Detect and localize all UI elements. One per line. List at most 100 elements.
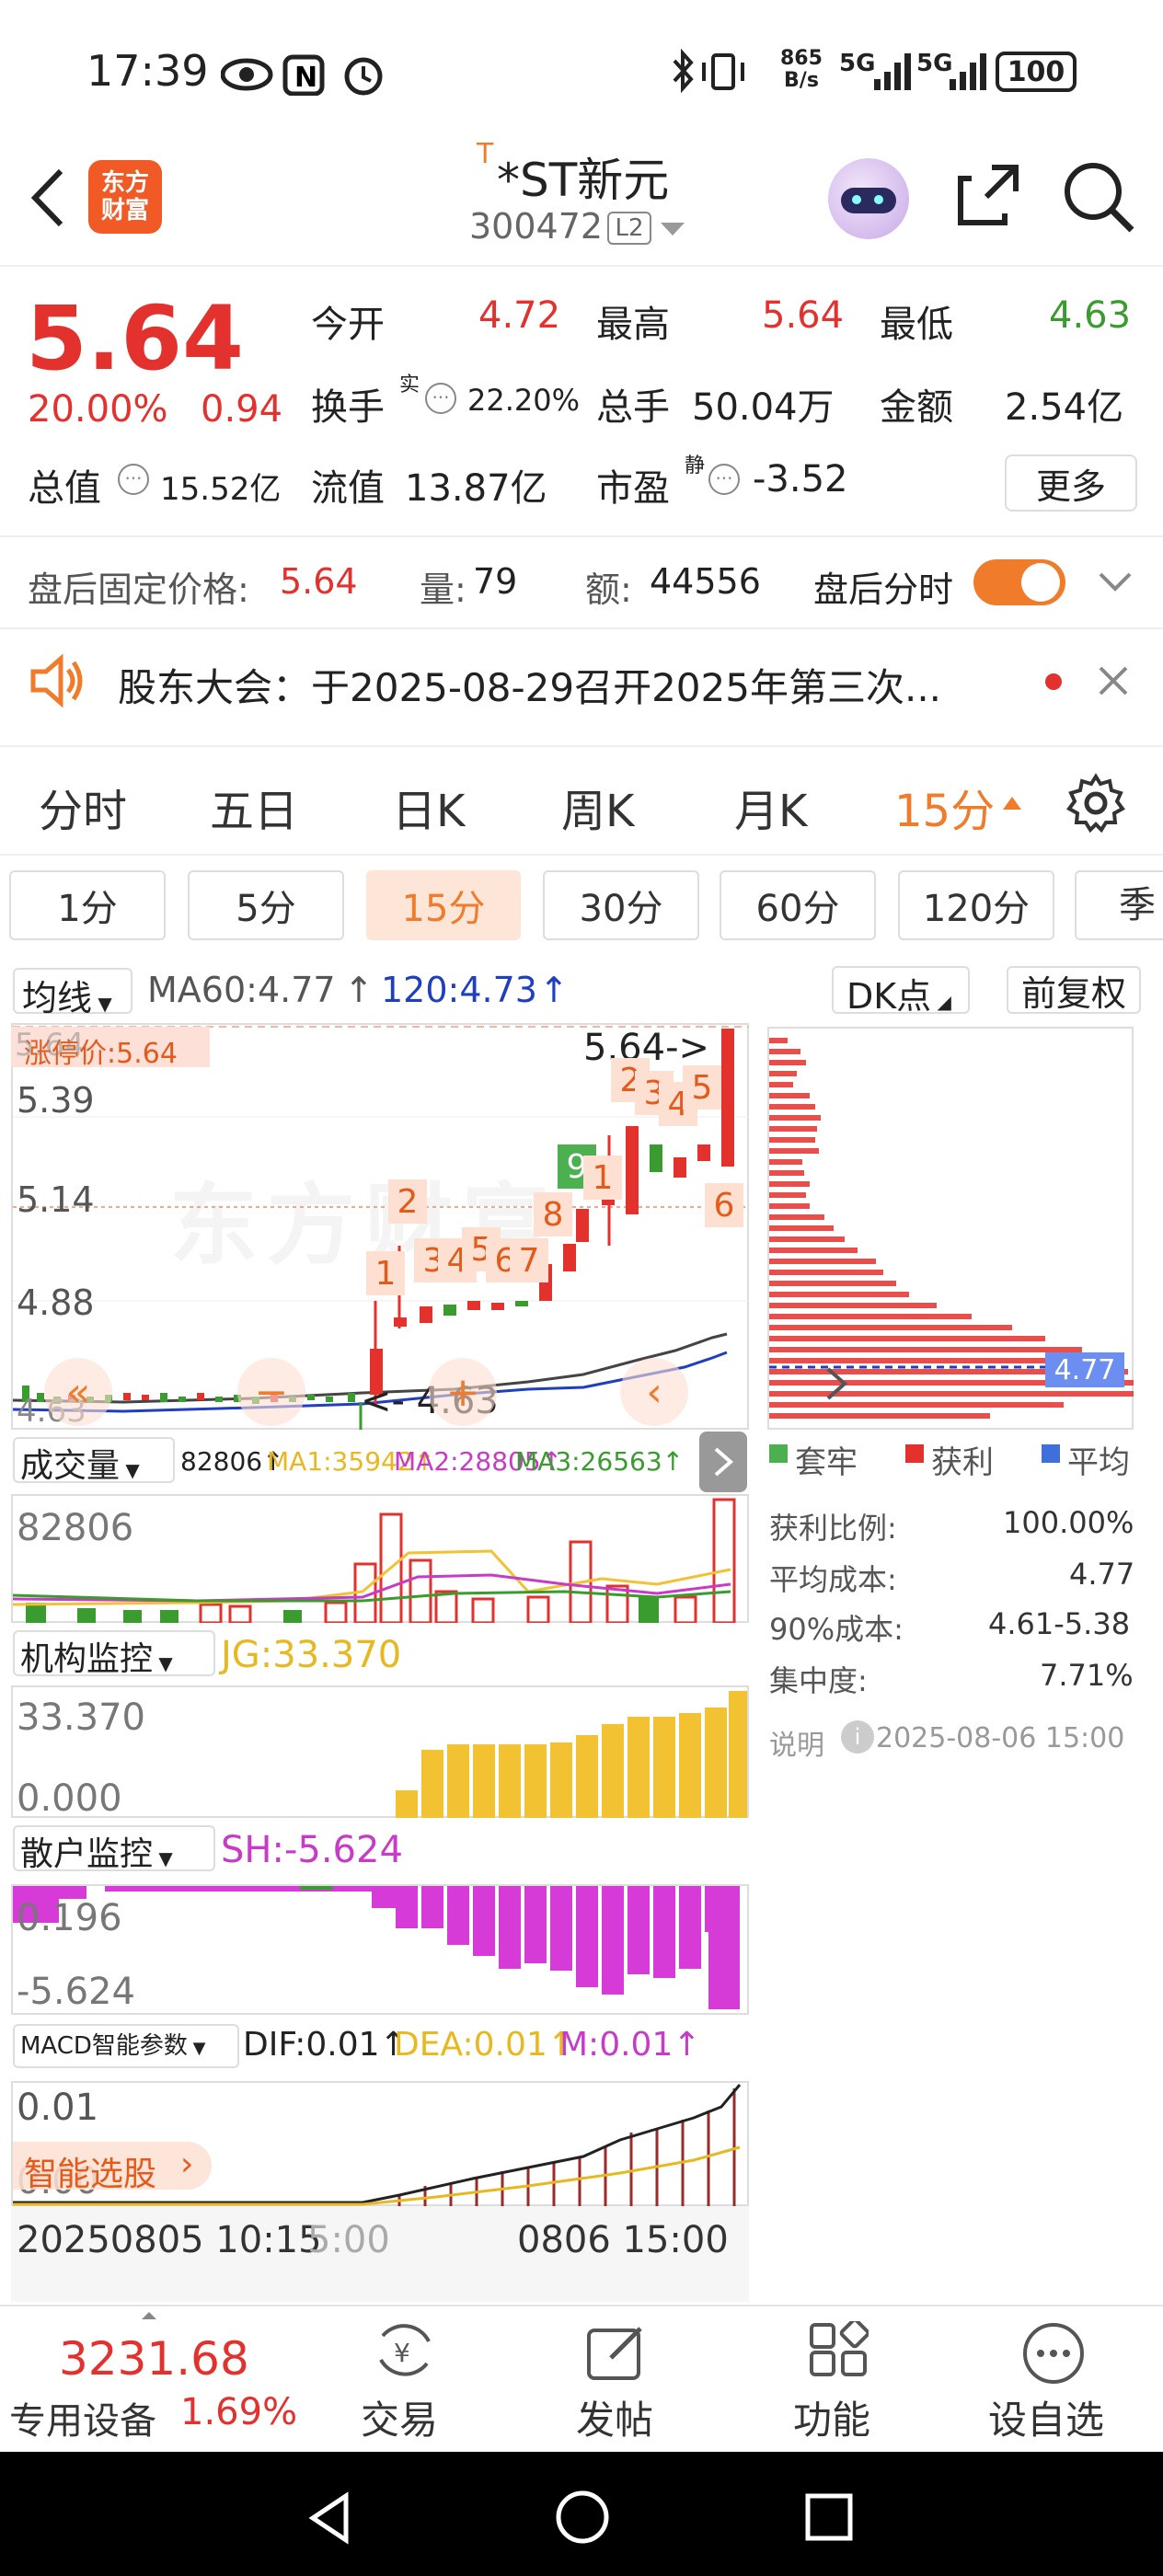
tab-monthk[interactable]: 月K: [734, 775, 807, 839]
caret-up-icon: [1003, 797, 1021, 810]
info-dots-icon[interactable]: ···: [708, 464, 740, 495]
zoom-in-icon[interactable]: +: [429, 1358, 497, 1426]
notice-text[interactable]: 股东大会：于2025-08-29召开2025年第三次...: [118, 657, 941, 713]
back-triangle-icon[interactable]: [304, 2490, 359, 2546]
expand-panel-button[interactable]: [699, 1432, 747, 1492]
seq-tag: 2: [388, 1179, 427, 1224]
signal-icon-2: [950, 53, 986, 90]
share-icon[interactable]: [951, 158, 1025, 232]
more-dots-icon[interactable]: [1021, 2321, 1086, 2386]
kline-chart[interactable]: 东方财富 涨停价:5.64 5.64 5.39 5.14 4.88 4.63 5…: [11, 1023, 749, 1430]
btn-30min[interactable]: 30分: [543, 870, 699, 940]
y-axis-2: 5.14: [17, 1179, 95, 1220]
app-logo[interactable]: 东方 财富: [88, 160, 162, 234]
close-icon[interactable]: [1097, 664, 1130, 697]
ma-selector[interactable]: 均线 ▼: [13, 968, 132, 1018]
btn-60min[interactable]: 60分: [720, 870, 876, 940]
zoom-out-icon[interactable]: −: [237, 1358, 305, 1426]
afterhours-amt: 44556: [650, 561, 761, 602]
chip-profit-ratio: 100.00%: [1003, 1505, 1134, 1540]
ma120-value: 120:4.73: [381, 970, 537, 1010]
speaker-icon: [30, 653, 83, 708]
home-circle-icon[interactable]: [554, 2489, 611, 2546]
time-axis-left: 20250805 10:15: [17, 2219, 322, 2261]
tab-15min-active[interactable]: 15分: [894, 775, 995, 839]
status-bar: 17:39 N 865 B/s 5G 5G 100: [0, 0, 1163, 138]
volume-selector[interactable]: 成交量 ▼: [13, 1437, 175, 1485]
turnover-value: 22.20%: [467, 383, 581, 418]
btn-5min[interactable]: 5分: [188, 870, 344, 940]
btn-120min[interactable]: 120分: [898, 870, 1054, 940]
seq-tag: 8: [534, 1192, 572, 1236]
volume-chart[interactable]: 82806: [11, 1494, 749, 1623]
seq-tag: 6: [705, 1183, 743, 1227]
chip-90cost: 4.61-5.38: [988, 1606, 1131, 1641]
yen-exchange-icon[interactable]: ¥: [368, 2321, 442, 2382]
macd-selector[interactable]: MACD智能参数 ▼: [13, 2024, 239, 2068]
gear-icon[interactable]: [1065, 773, 1126, 834]
nav-trade[interactable]: 交易: [361, 2389, 438, 2445]
tab-weekk[interactable]: 周K: [561, 775, 634, 839]
afterhours-toggle[interactable]: [973, 559, 1065, 605]
info-dots-icon[interactable]: ···: [118, 464, 149, 495]
smart-select-button[interactable]: 智能选股 ›: [13, 2142, 212, 2193]
dk-button[interactable]: DK点 ◢: [832, 966, 970, 1017]
index-value[interactable]: 3231.68: [59, 2332, 249, 2386]
afterhours-vol-label: 量:: [420, 569, 466, 610]
recents-square-icon[interactable]: [802, 2490, 856, 2544]
dropdown-arrow-icon[interactable]: [659, 221, 686, 239]
tab-dayk[interactable]: 日K: [392, 775, 465, 839]
caret-up-icon: [142, 2312, 156, 2319]
jg-value: JG:33.370: [221, 1634, 402, 1676]
chevron-right-icon[interactable]: [824, 1365, 850, 1402]
sh-axis-bottom: -5.624: [17, 1971, 135, 2013]
battery-icon: 100: [996, 52, 1077, 92]
jg-chart[interactable]: 33.370 0.000: [11, 1685, 749, 1820]
amount-value: 2.54亿: [1005, 386, 1124, 429]
time-axis: 20250805 10:15 5:00 0806 15:00: [11, 2206, 749, 2302]
chip-distribution[interactable]: 4.77: [767, 1027, 1134, 1430]
btn-1min[interactable]: 1分: [9, 870, 166, 940]
info-icon[interactable]: i: [841, 1720, 874, 1754]
edit-post-icon[interactable]: [585, 2321, 650, 2382]
macd-chart[interactable]: 0.01 0.00 智能选股›: [11, 2081, 749, 2206]
chevron-down-icon[interactable]: [1097, 567, 1134, 596]
seq-tag: 1: [366, 1251, 405, 1295]
tab-fenshi[interactable]: 分时: [39, 775, 127, 839]
info-dots-icon[interactable]: ···: [425, 383, 456, 414]
high-value: 5.64: [762, 294, 845, 337]
scroll-back-icon[interactable]: ‹: [620, 1358, 688, 1426]
btn-quarter[interactable]: 季: [1075, 870, 1163, 940]
avg-cost-tag: 4.77: [1045, 1352, 1124, 1387]
mcap-value: 15.52亿: [160, 471, 282, 508]
bluetooth-vibrate-icons: [673, 48, 744, 94]
sh-selector[interactable]: 散户监控 ▼: [13, 1825, 215, 1873]
chip-note-date: 2025-08-06 15:00: [876, 1722, 1125, 1754]
chip-note-label[interactable]: 说明: [769, 1722, 824, 1763]
scroll-left-icon[interactable]: «: [44, 1358, 112, 1426]
nav-function[interactable]: 功能: [793, 2389, 870, 2445]
fq-button[interactable]: 前复权: [1007, 966, 1141, 1014]
grid-functions-icon[interactable]: [808, 2321, 869, 2382]
nav-add-favorite[interactable]: 设自选: [988, 2389, 1104, 2445]
tab-wuri[interactable]: 五日: [210, 775, 298, 839]
pe-sup: 静: [685, 454, 706, 477]
level2-badge[interactable]: L2: [607, 212, 651, 245]
sector-name[interactable]: 专用设备: [9, 2391, 156, 2444]
change-amount: 0.94: [201, 388, 283, 431]
robot-assistant-icon[interactable]: [828, 158, 909, 239]
bottom-nav: 3231.68 专用设备 1.69% ¥ 交易 发帖 功能 设自选: [0, 2305, 1163, 2452]
volume-bars: [13, 1498, 736, 1623]
ma120-arrow: ↑: [539, 970, 569, 1010]
time-axis-right: 0806 15:00: [517, 2219, 729, 2261]
back-arrow-icon[interactable]: [26, 166, 72, 230]
btn-15min-active[interactable]: 15分: [366, 870, 521, 940]
more-button[interactable]: 更多: [1005, 454, 1137, 512]
search-icon[interactable]: [1060, 158, 1137, 236]
nav-post[interactable]: 发帖: [576, 2389, 653, 2445]
jg-selector[interactable]: 机构监控 ▼: [13, 1630, 215, 1678]
svg-text:¥: ¥: [394, 2338, 410, 2368]
y-axis-1: 5.39: [17, 1080, 95, 1121]
sh-chart[interactable]: 0.196 -5.624: [11, 1884, 749, 2015]
high-label: 最高: [596, 304, 670, 346]
